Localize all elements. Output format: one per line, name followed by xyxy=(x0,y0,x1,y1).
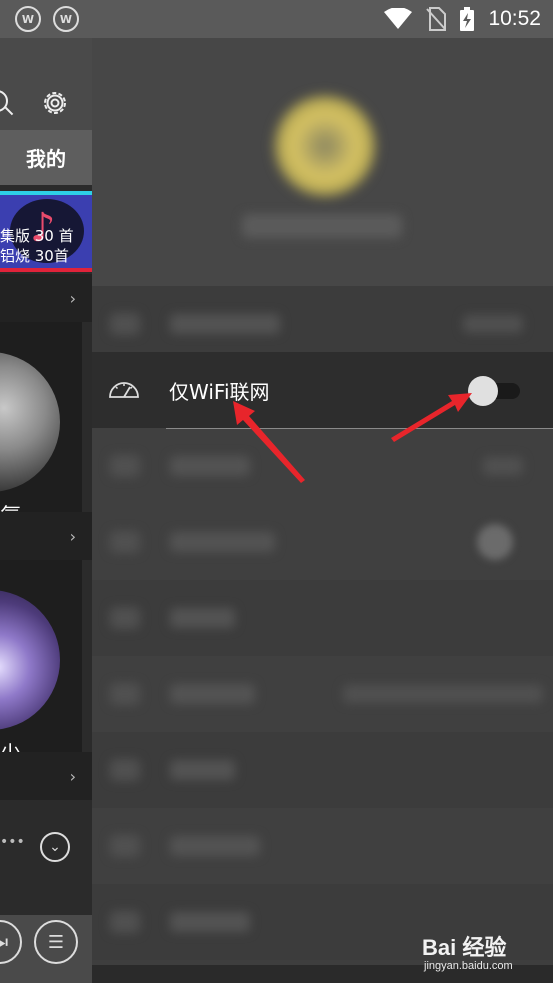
blurred-label xyxy=(170,314,280,334)
status-bar: W W 10:52 xyxy=(0,0,553,38)
settings-row-blurred[interactable] xyxy=(92,808,553,884)
blurred-value xyxy=(463,315,523,333)
playlist-banner[interactable]: ♪ 集版 30 首 铝烧 30首 xyxy=(0,195,92,268)
section-more-row[interactable]: › xyxy=(0,274,92,322)
accent-stripe xyxy=(0,268,92,272)
section-more-row[interactable]: › xyxy=(0,512,92,560)
setting-icon xyxy=(110,313,140,335)
playlist-menu-icon[interactable]: ☰ xyxy=(34,920,78,964)
blurred-label xyxy=(170,532,275,552)
battery-charging-icon xyxy=(460,7,475,31)
setting-icon xyxy=(110,531,140,553)
section-more-row[interactable]: › xyxy=(0,752,92,800)
blurred-label xyxy=(170,608,235,628)
settings-row-blurred[interactable] xyxy=(92,428,553,504)
background-app-panel: 我的 ♪ 集版 30 首 铝烧 30首 › 氛 › 少 › ••• ⌄ ⏭ ☰ xyxy=(0,38,92,983)
tab-label: 我的 xyxy=(26,147,66,171)
setting-icon xyxy=(110,911,140,933)
clock: 10:52 xyxy=(488,7,541,30)
settings-row-blurred[interactable] xyxy=(92,286,553,362)
app-notification-icon: W xyxy=(15,6,41,32)
app-notification-icon: W xyxy=(53,6,79,32)
baidu-jingyan-watermark: Bai 经验 jingyan.baidu.com xyxy=(422,930,550,980)
setting-icon xyxy=(110,683,140,705)
watermark-brand: Bai 经验 xyxy=(422,935,507,960)
settings-row-blurred[interactable] xyxy=(92,656,553,732)
blurred-value xyxy=(483,457,523,475)
blurred-username xyxy=(242,214,402,238)
setting-icon xyxy=(110,607,140,629)
album-cover xyxy=(0,590,60,730)
settings-row-wifi-only[interactable]: 仅WiFi联网 xyxy=(92,352,553,428)
annotation-arrow-icon xyxy=(233,401,305,483)
banner-text: 铝烧 30首 xyxy=(0,247,69,265)
banner-text: 集版 30 首 xyxy=(0,227,74,245)
profile-header xyxy=(92,38,553,286)
chevron-right-icon: › xyxy=(69,766,76,786)
blurred-label xyxy=(170,684,255,704)
wifi-signal-icon xyxy=(384,8,413,29)
settings-row-blurred[interactable] xyxy=(92,580,553,656)
setting-icon xyxy=(110,835,140,857)
settings-row-blurred[interactable] xyxy=(92,732,553,808)
blurred-label xyxy=(170,760,235,780)
blurred-label xyxy=(170,836,260,856)
more-dots: ••• xyxy=(0,834,25,850)
tab-mine[interactable]: 我的 xyxy=(0,130,92,185)
settings-row-blurred[interactable] xyxy=(92,504,553,580)
chevron-right-icon: › xyxy=(69,526,76,546)
setting-icon xyxy=(110,455,140,477)
blurred-label xyxy=(170,912,250,932)
no-sim-icon xyxy=(426,7,447,31)
settings-drawer xyxy=(92,38,553,983)
blurred-value xyxy=(343,685,543,703)
annotation-arrow-icon xyxy=(391,393,472,442)
avatar[interactable] xyxy=(275,96,375,196)
album-cover xyxy=(0,352,60,492)
blurred-toggle[interactable] xyxy=(477,524,513,560)
chevron-down-icon[interactable]: ⌄ xyxy=(40,832,70,862)
gear-icon[interactable] xyxy=(40,88,70,118)
watermark-url: jingyan.baidu.com xyxy=(424,960,513,972)
speedometer-icon xyxy=(109,382,139,398)
setting-icon xyxy=(110,759,140,781)
chevron-right-icon: › xyxy=(69,288,76,308)
